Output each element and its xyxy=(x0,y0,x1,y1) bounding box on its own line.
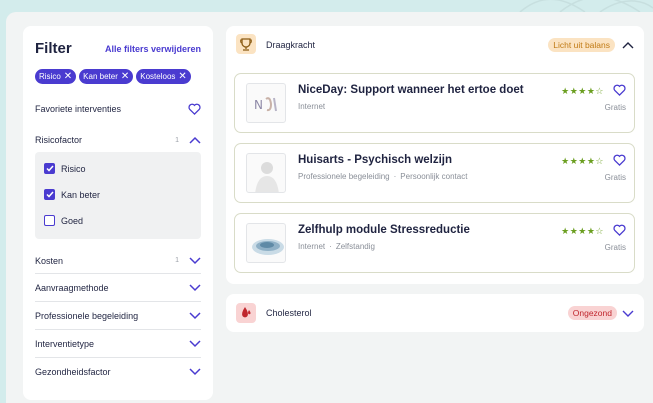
meta-tag: Professionele begeleiding xyxy=(298,172,390,181)
meta-tag: Internet xyxy=(298,102,326,111)
costs-label: Kosten xyxy=(35,255,64,266)
risk-factor-header[interactable]: Risicofactor 1 xyxy=(35,130,201,150)
heart-icon[interactable] xyxy=(188,103,201,115)
chip-label: Kosteloos xyxy=(140,72,176,81)
card-meta: Internet · Zelfstandig xyxy=(298,242,375,251)
section-title: Draagkracht xyxy=(266,40,316,50)
section-gezondheidsfactor[interactable]: Gezondheidsfactor xyxy=(35,358,201,386)
check-icon xyxy=(45,191,54,198)
risk-factor-count: 1 xyxy=(175,136,179,144)
costs-header[interactable]: Kosten 1 xyxy=(35,248,201,274)
checkbox-unchecked[interactable] xyxy=(44,215,55,226)
section-label: Aanvraagmethode xyxy=(35,282,109,293)
draagkracht-header[interactable]: Draagkracht Licht uit balans xyxy=(226,26,644,64)
cholesterol-header[interactable]: Cholesterol Ongezond xyxy=(226,294,644,332)
rating-stars: ★★★★☆ xyxy=(561,226,604,236)
option-label: Goed xyxy=(61,215,84,226)
checkbox-checked[interactable] xyxy=(44,189,55,200)
section-title: Cholesterol xyxy=(266,308,312,318)
status-badge: Ongezond xyxy=(567,306,617,320)
chip-label: Risico xyxy=(39,72,61,81)
chevron-down-icon[interactable] xyxy=(189,256,201,265)
chevron-down-icon[interactable] xyxy=(189,339,201,348)
intervention-card-stressreductie[interactable]: Zelfhulp module Stressreductie Internet ·… xyxy=(234,213,635,273)
close-icon[interactable]: ✕ xyxy=(178,71,186,82)
option-label: Risico xyxy=(61,163,86,174)
chip-label: Kan beter xyxy=(83,72,118,81)
section-label: Gezondheidsfactor xyxy=(35,367,111,377)
section-interventietype[interactable]: Interventietype xyxy=(35,330,201,358)
price-label: Gratis xyxy=(604,103,626,112)
risk-factor-options: Risico Kan beter Goed xyxy=(35,152,201,239)
check-icon xyxy=(45,165,54,172)
draagkracht-section: Draagkracht Licht uit balans N NiceDay: … xyxy=(226,26,644,284)
trophy-icon xyxy=(236,34,256,54)
filter-chip-risico[interactable]: Risico ✕ xyxy=(35,69,77,84)
card-meta: Internet xyxy=(298,102,325,111)
section-label: Interventietype xyxy=(35,338,95,349)
meta-tag: Persoonlijk contact xyxy=(400,172,468,181)
filter-chip-kosteloos[interactable]: Kosteloos ✕ xyxy=(136,69,191,84)
chevron-up-icon[interactable] xyxy=(622,41,634,49)
filter-header: Filter Alle filters verwijderen xyxy=(35,40,201,60)
rating-stars: ★★★★☆ xyxy=(561,86,604,96)
price-label: Gratis xyxy=(604,243,626,252)
blood-drop-icon xyxy=(236,303,256,323)
svg-text:N: N xyxy=(254,98,263,112)
clear-all-filters-link[interactable]: Alle filters verwijderen xyxy=(105,44,201,54)
niceday-logo-icon: N xyxy=(246,83,286,123)
costs-count: 1 xyxy=(175,257,179,264)
chevron-up-icon[interactable] xyxy=(189,136,201,144)
favorites-label: Favoriete interventies xyxy=(35,104,122,114)
price-label: Gratis xyxy=(604,173,626,182)
heart-icon[interactable] xyxy=(613,154,626,166)
heart-icon[interactable] xyxy=(613,224,626,236)
chevron-down-icon[interactable] xyxy=(189,311,201,320)
filter-chip-kan-beter[interactable]: Kan beter ✕ xyxy=(79,69,134,84)
cholesterol-section: Cholesterol Ongezond xyxy=(226,294,644,332)
close-icon[interactable]: ✕ xyxy=(64,71,72,82)
chevron-down-icon[interactable] xyxy=(622,310,634,318)
meta-tag: Internet xyxy=(298,242,326,251)
status-badge: Licht uit balans xyxy=(548,38,615,52)
filter-panel: Filter Alle filters verwijderen Risico ✕… xyxy=(23,26,213,400)
favorites-toggle[interactable]: Favoriete interventies xyxy=(35,100,201,118)
rating-stars: ★★★★☆ xyxy=(561,156,604,166)
active-filter-chips: Risico ✕ Kan beter ✕ Kosteloos ✕ xyxy=(35,69,191,84)
card-title[interactable]: Huisarts - Psychisch welzijn xyxy=(298,154,452,166)
option-goed[interactable]: Goed xyxy=(44,215,83,226)
heart-icon[interactable] xyxy=(613,84,626,96)
intervention-card-huisarts[interactable]: Huisarts - Psychisch welzijn Professione… xyxy=(234,143,635,203)
chevron-down-icon[interactable] xyxy=(189,283,201,292)
filter-title: Filter xyxy=(35,40,72,57)
separator-dot: · xyxy=(393,172,397,181)
intervention-card-niceday[interactable]: N NiceDay: Support wanneer het ertoe doe… xyxy=(234,73,635,133)
chevron-down-icon[interactable] xyxy=(189,368,201,376)
option-risico[interactable]: Risico xyxy=(44,163,86,174)
checkbox-checked[interactable] xyxy=(44,163,55,174)
section-label: Professionele begeleiding xyxy=(35,310,139,321)
risk-factor-label: Risicofactor xyxy=(35,135,83,145)
doctor-photo-icon xyxy=(246,153,286,193)
meta-tag: Zelfstandig xyxy=(335,242,375,251)
option-kan-beter[interactable]: Kan beter xyxy=(44,189,100,200)
card-title[interactable]: NiceDay: Support wanneer het ertoe doet xyxy=(298,84,524,96)
section-aanvraagmethode[interactable]: Aanvraagmethode xyxy=(35,274,201,302)
close-icon[interactable]: ✕ xyxy=(121,71,129,82)
card-meta: Professionele begeleiding · Persoonlijk co… xyxy=(298,172,467,181)
stress-module-icon xyxy=(246,223,286,263)
card-title[interactable]: Zelfhulp module Stressreductie xyxy=(298,224,470,236)
option-label: Kan beter xyxy=(61,189,101,200)
section-professionele-begeleiding[interactable]: Professionele begeleiding xyxy=(35,302,201,330)
separator-dot: · xyxy=(329,242,332,251)
